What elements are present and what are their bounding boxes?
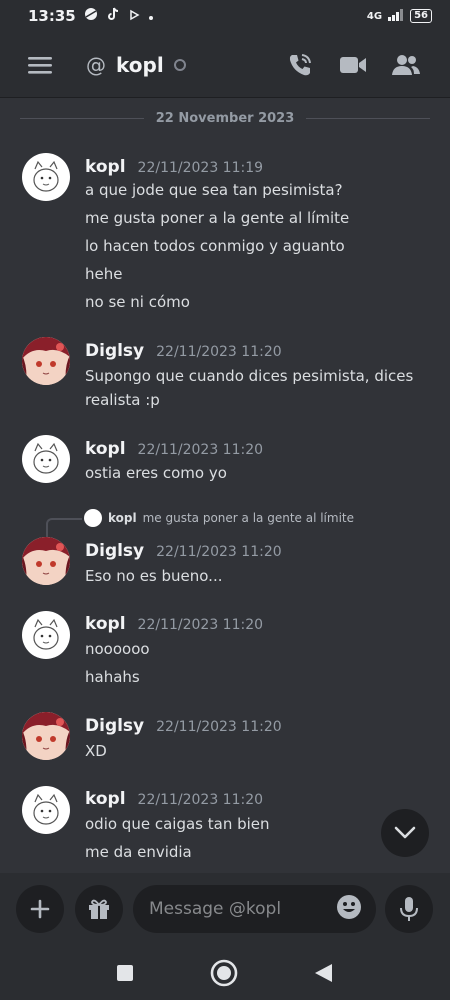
date-divider: 22 November 2023 [20, 111, 431, 126]
microphone-icon [400, 897, 418, 921]
recents-button[interactable] [111, 959, 139, 987]
gift-button[interactable] [75, 885, 123, 933]
members-icon[interactable] [384, 32, 428, 98]
message-text[interactable]: noooooo [85, 638, 430, 660]
message-header: Diglsy 22/11/2023 11:20 [85, 716, 282, 736]
channel-title[interactable]: @ kopl [86, 32, 186, 98]
message-header: kopl 22/11/2023 11:20 [85, 789, 263, 809]
author-name[interactable]: kopl [85, 157, 126, 177]
message-header: Diglsy 22/11/2023 11:20 [85, 541, 282, 561]
channel-name: kopl [116, 53, 164, 77]
timestamp: 22/11/2023 11:20 [156, 344, 282, 360]
message-text[interactable]: no se ni cómo [85, 291, 430, 313]
message-text[interactable]: XD [85, 740, 430, 762]
timestamp: 22/11/2023 11:20 [137, 442, 264, 458]
message-header: kopl 22/11/2023 11:20 [85, 439, 263, 459]
plus-icon [30, 899, 50, 919]
message-text[interactable]: realista :p [85, 389, 430, 411]
at-icon: @ [86, 53, 106, 77]
avatar[interactable] [22, 537, 70, 585]
gift-icon [89, 899, 109, 919]
battery-level: 56 [410, 9, 432, 23]
message-text[interactable]: me da envidia [85, 841, 430, 863]
reply-author: kopl [108, 511, 137, 525]
message-header: Diglsy 22/11/2023 11:20 [85, 341, 282, 361]
system-navigation-bar [0, 945, 450, 1000]
message-text[interactable]: a que jode que sea tan pesimista? [85, 179, 430, 201]
chevron-down-icon [394, 826, 416, 839]
reply-avatar [84, 509, 102, 527]
avatar[interactable] [22, 786, 70, 834]
emoji-icon[interactable] [336, 894, 362, 924]
avatar[interactable] [22, 337, 70, 385]
author-name[interactable]: kopl [85, 614, 126, 634]
phone-call-icon[interactable] [278, 32, 322, 98]
video-camera-icon[interactable] [331, 32, 375, 98]
timestamp: 22/11/2023 11:20 [156, 544, 282, 560]
add-attachment-button[interactable] [16, 885, 64, 933]
message-text[interactable]: me gusta poner a la gente al límite [85, 207, 430, 229]
author-name[interactable]: kopl [85, 439, 126, 459]
app-notification-icon [84, 7, 98, 25]
message-text[interactable]: Supongo que cuando dices pesimista, dice… [85, 365, 430, 387]
message-list[interactable]: 22 November 2023 kopl 22/11/2023 11:19 a… [0, 99, 450, 873]
square-icon [117, 965, 133, 981]
message-composer: Message @kopl [0, 873, 450, 945]
hamburger-menu-icon[interactable] [16, 32, 64, 98]
play-icon [128, 7, 140, 25]
author-name[interactable]: Diglsy [85, 716, 144, 736]
message-text[interactable]: ostia eres como yo [85, 462, 430, 484]
signal-icon [388, 8, 404, 24]
author-name[interactable]: Diglsy [85, 541, 144, 561]
status-bar: 13:35 4G 56 [0, 0, 450, 32]
back-button[interactable] [309, 959, 337, 987]
jump-to-bottom-button[interactable] [381, 809, 429, 857]
status-time: 13:35 [28, 7, 76, 25]
avatar[interactable] [22, 611, 70, 659]
message-text[interactable]: hahahs [85, 666, 430, 688]
author-name[interactable]: Diglsy [85, 341, 144, 361]
back-triangle-icon [315, 964, 332, 982]
timestamp: 22/11/2023 11:19 [137, 160, 264, 176]
message-text[interactable]: lo hacen todos conmigo y aguanto [85, 235, 430, 257]
channel-header: @ kopl [0, 32, 450, 98]
home-button[interactable] [210, 959, 238, 987]
voice-message-button[interactable] [385, 885, 433, 933]
dot-icon [148, 7, 154, 25]
message-header: kopl 22/11/2023 11:20 [85, 614, 263, 634]
timestamp: 22/11/2023 11:20 [156, 719, 282, 735]
offline-status-icon [173, 59, 186, 71]
author-name[interactable]: kopl [85, 789, 126, 809]
message-text[interactable]: hehe [85, 263, 430, 285]
avatar[interactable] [22, 153, 70, 201]
home-circle-icon [210, 959, 238, 987]
network-type: 4G [366, 10, 383, 22]
avatar[interactable] [22, 435, 70, 483]
reply-text: me gusta poner a la gente al límite [142, 511, 354, 525]
message-text[interactable]: odio que caigas tan bien [85, 813, 430, 835]
message-input-placeholder: Message @kopl [149, 899, 282, 919]
avatar[interactable] [22, 712, 70, 760]
timestamp: 22/11/2023 11:20 [137, 792, 264, 808]
timestamp: 22/11/2023 11:20 [137, 617, 264, 633]
message-input[interactable]: Message @kopl [133, 885, 376, 933]
message-text[interactable]: Eso no es bueno... [85, 565, 430, 587]
reply-reference[interactable]: kopl me gusta poner a la gente al límite [46, 509, 354, 527]
tiktok-icon [106, 7, 120, 25]
message-header: kopl 22/11/2023 11:19 [85, 157, 263, 177]
date-divider-label: 22 November 2023 [155, 111, 295, 126]
